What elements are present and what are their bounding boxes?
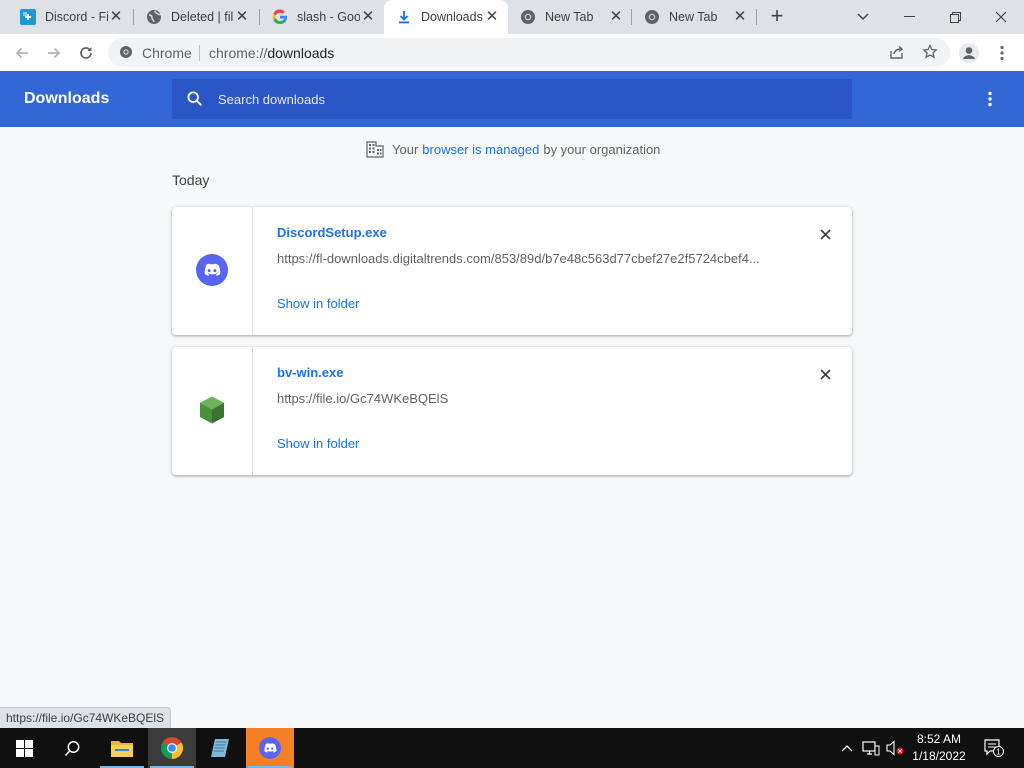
section-header-today: Today [172,172,210,188]
downloads-header: Downloads [0,71,1024,127]
file-explorer-icon[interactable] [98,728,146,768]
omnibox-divider [199,45,200,61]
tab-downloads[interactable]: Downloads ✕ [384,0,508,34]
discord-file-icon [20,9,36,25]
tab-strip: Discord - Fi ✕ Deleted | fil ✕ slash - G… [0,0,1024,34]
chrome-menu-icon[interactable] [989,40,1015,66]
discord-taskbar-icon[interactable] [246,728,294,768]
taskbar-clock[interactable]: 8:52 AM 1/18/2022 [905,731,973,765]
windows-start-icon[interactable] [0,728,48,768]
download-icon [396,9,412,25]
show-hidden-icons-chevron-icon[interactable] [838,728,856,768]
tab-separator [756,9,757,25]
site-label: Chrome [142,45,192,61]
notification-count: 1 [996,748,1001,757]
tab-title: New Tab [669,10,718,24]
new-tab-plus-icon[interactable]: + [765,5,789,28]
forward-arrow-icon[interactable] [41,40,67,66]
restore-icon[interactable] [932,0,978,34]
remove-item-close-icon[interactable] [815,224,835,244]
windows-taskbar: 8:52 AM 1/18/2022 1 [0,728,1024,768]
search-box[interactable] [172,79,852,119]
tab-new-tab-1[interactable]: New Tab ✕ [508,0,632,34]
tab-title: New Tab [545,10,594,24]
remove-item-close-icon[interactable] [815,364,835,384]
profile-avatar-icon[interactable] [956,40,982,66]
show-in-folder-link[interactable]: Show in folder [277,296,359,311]
search-input[interactable] [218,87,818,111]
search-icon [186,90,204,108]
tab-discord[interactable]: Discord - Fi ✕ [8,0,132,34]
browser-toolbar: Chrome chrome://downloads [0,34,1024,71]
action-center-icon[interactable]: 1 [980,728,1008,768]
managed-suffix: by your organization [543,141,661,157]
tab-deleted[interactable]: Deleted | fil ✕ [134,0,258,34]
chrome-taskbar-icon[interactable] [148,728,196,768]
network-icon[interactable] [860,728,882,768]
window-close-icon[interactable] [978,0,1024,34]
tab-close-icon[interactable]: ✕ [108,9,124,25]
url-text: chrome://downloads [209,45,335,61]
tab-title: Discord - Fi [45,10,108,24]
downloads-more-icon[interactable] [978,87,1002,111]
minimize-icon[interactable] [886,0,932,34]
notepad-app-icon[interactable] [196,728,244,768]
managed-notice: Your browser is managed by your organiza… [366,140,660,158]
clock-date: 1/18/2022 [912,749,966,763]
green-cube-icon [196,394,228,426]
share-icon[interactable] [889,44,905,60]
tab-new-tab-2[interactable]: New Tab ✕ [632,0,756,34]
download-item: DiscordSetup.exe https://fl-downloads.di… [172,207,852,335]
managed-prefix: Your [392,141,419,157]
tab-close-icon[interactable]: ✕ [484,9,500,25]
bookmark-star-icon[interactable] [922,43,938,60]
reload-icon[interactable] [73,40,99,66]
browser-managed-link[interactable]: browser is managed [422,142,539,157]
tab-title: Downloads [421,10,483,24]
taskbar-search-icon[interactable] [48,728,96,768]
tab-close-icon[interactable]: ✕ [234,9,250,25]
tab-title: Deleted | fil [171,10,234,24]
filename-link[interactable]: bv-win.exe [277,365,343,380]
link-status-bubble: https://file.io/Gc74WKeBQElS [0,707,172,728]
clock-time: 8:52 AM [916,732,962,746]
discord-logo-icon [196,254,228,286]
tab-close-icon[interactable]: ✕ [732,9,748,25]
chrome-site-icon [119,45,133,59]
show-in-folder-link[interactable]: Show in folder [277,436,359,451]
download-item: bv-win.exe https://file.io/Gc74WKeBQElS … [172,347,852,475]
tab-search-chevron-icon[interactable] [840,0,886,34]
chrome-icon [644,9,660,25]
chrome-icon [520,9,536,25]
back-arrow-icon[interactable] [9,40,35,66]
tab-close-icon[interactable]: ✕ [360,9,376,25]
tab-close-icon[interactable]: ✕ [608,9,624,25]
volume-muted-icon[interactable] [884,728,906,768]
tab-title: slash - Goo [297,10,360,24]
filename-link[interactable]: DiscordSetup.exe [277,225,387,240]
building-icon [366,140,384,158]
google-icon [272,9,288,25]
source-url[interactable]: https://file.io/Gc74WKeBQElS [277,391,448,406]
page-title: Downloads [24,90,110,107]
address-bar[interactable]: Chrome chrome://downloads [108,38,950,67]
tab-slash-google[interactable]: slash - Goo ✕ [260,0,384,34]
source-url[interactable]: https://fl-downloads.digitaltrends.com/8… [277,251,760,266]
globe-icon [146,9,162,25]
